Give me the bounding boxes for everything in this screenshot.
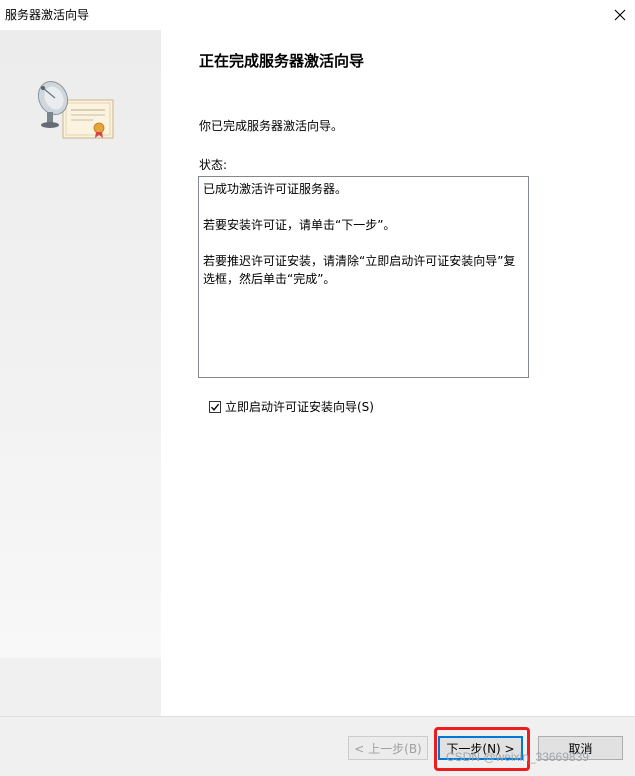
close-icon xyxy=(614,9,626,21)
back-button[interactable]: < 上一步(B) xyxy=(348,736,428,760)
footer-separator xyxy=(0,716,635,717)
intro-text: 你已完成服务器激活向导。 xyxy=(199,119,344,133)
wizard-content: 正在完成服务器激活向导 你已完成服务器激活向导。 状态: 已成功激活许可证服务器… xyxy=(161,30,635,716)
status-line: 若要安装许可证，请单击“下一步”。 xyxy=(203,218,396,232)
status-line: 已成功激活许可证服务器。 xyxy=(203,182,348,196)
page-title: 正在完成服务器激活向导 xyxy=(199,52,365,70)
wizard-graphic xyxy=(37,80,114,139)
status-textbox[interactable]: 已成功激活许可证服务器。 若要安装许可证，请单击“下一步”。 若要推迟许可证安装… xyxy=(198,176,529,378)
wizard-sidebar xyxy=(0,30,161,716)
sidebar-footer-band xyxy=(0,658,161,716)
status-label: 状态: xyxy=(199,158,228,172)
title-bar: 服务器激活向导 xyxy=(0,0,635,30)
start-license-install-checkbox-row[interactable]: 立即启动许可证安装向导(S) xyxy=(209,398,374,415)
checkbox-label: 立即启动许可证安装向导(S) xyxy=(225,400,374,414)
window-title: 服务器激活向导 xyxy=(5,8,90,22)
start-license-install-checkbox[interactable] xyxy=(209,400,221,413)
close-button[interactable] xyxy=(605,0,635,30)
certificate-icon xyxy=(62,99,114,139)
watermark: CSDN @weixin_33669839 xyxy=(446,750,589,764)
checkmark-icon xyxy=(210,403,220,411)
status-line: 若要推迟许可证安装，请清除“立即启动许可证安装向导”复选框，然后单击“完成”。 xyxy=(203,254,516,286)
